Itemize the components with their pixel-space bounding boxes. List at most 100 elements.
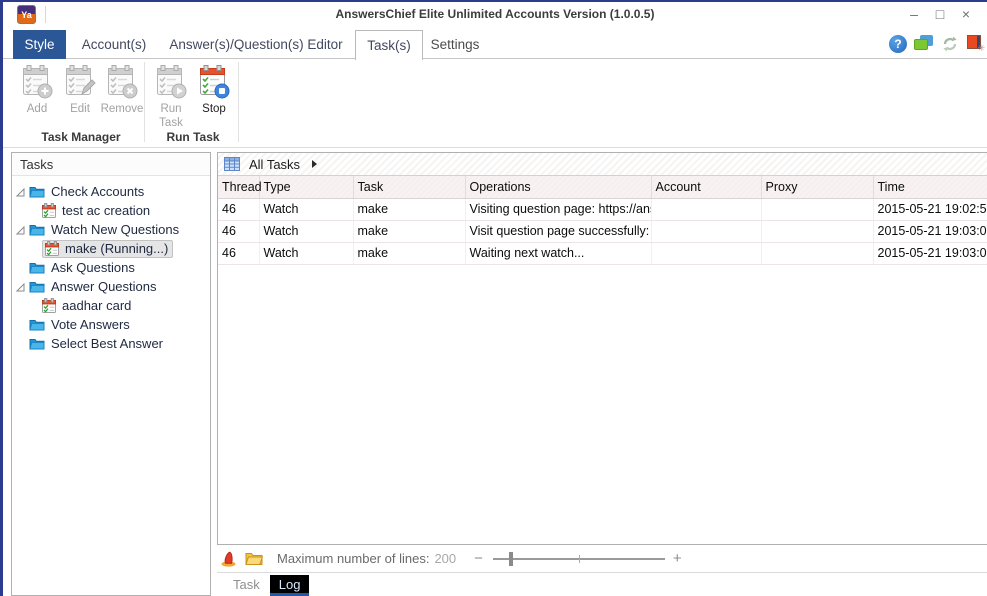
edit-task-icon xyxy=(63,64,97,100)
cell-time: 2015-05-21 19:02:59 xyxy=(873,198,987,220)
tree-item-check-accounts[interactable]: Check Accounts xyxy=(12,182,210,201)
cell-operations: Visit question page successfully: http..… xyxy=(465,220,651,242)
cell-task: make xyxy=(353,242,465,264)
table-row[interactable]: 46 Watch make Visit question page succes… xyxy=(218,220,987,242)
task-icon xyxy=(45,241,59,256)
column-header-operations[interactable]: Operations xyxy=(465,176,651,198)
table-header-row: Thread Type Task Operations Account Prox… xyxy=(218,176,987,198)
run-task-icon xyxy=(154,64,188,100)
add-label: Add xyxy=(27,103,47,117)
group-separator xyxy=(144,62,145,142)
slider-thumb[interactable] xyxy=(509,552,513,566)
cell-thread: 46 xyxy=(218,242,259,264)
tree-item-label: test ac creation xyxy=(62,203,150,218)
tasks-tree: Check Accounts test ac creation Watch Ne… xyxy=(12,176,210,353)
column-header-thread[interactable]: Thread xyxy=(218,176,259,198)
task-icon xyxy=(42,203,56,218)
tab-editor[interactable]: Answer(s)/Question(s) Editor xyxy=(161,30,351,59)
column-header-time[interactable]: Time xyxy=(873,176,987,198)
cell-proxy xyxy=(761,242,873,264)
tree-item-label: Select Best Answer xyxy=(51,336,163,351)
cell-task: make xyxy=(353,220,465,242)
folder-icon xyxy=(29,185,45,198)
column-header-type[interactable]: Type xyxy=(259,176,353,198)
view-bar: All Tasks xyxy=(218,153,987,176)
title-bar: Ya AnswersChief Elite Unlimited Accounts… xyxy=(3,2,987,28)
register-icon[interactable]: ✳ xyxy=(967,35,981,49)
tab-tasks[interactable]: Task(s) xyxy=(355,30,423,60)
remove-label: Remove xyxy=(101,103,144,117)
tree-item-test-ac-creation[interactable]: test ac creation xyxy=(12,201,210,220)
tree-item-label: Ask Questions xyxy=(51,260,135,275)
add-button[interactable]: Add xyxy=(14,64,60,117)
log-table: Thread Type Task Operations Account Prox… xyxy=(218,176,987,265)
decrease-button[interactable]: − xyxy=(474,550,483,567)
remove-button[interactable]: Remove xyxy=(99,64,145,117)
open-folder-icon[interactable] xyxy=(245,551,263,566)
tree-item-ask-questions[interactable]: Ask Questions xyxy=(12,258,210,277)
tab-accounts[interactable]: Account(s) xyxy=(75,30,153,59)
table-view-icon xyxy=(224,157,240,171)
tree-item-aadhar-card[interactable]: aadhar card xyxy=(12,296,210,315)
slider-tick xyxy=(579,555,580,563)
add-task-icon xyxy=(20,64,54,100)
tree-item-label: Answer Questions xyxy=(51,279,157,294)
cell-account xyxy=(651,242,761,264)
stop-button[interactable]: Stop xyxy=(191,64,237,117)
style-button[interactable]: Style xyxy=(13,30,66,59)
tab-settings[interactable]: Settings xyxy=(426,30,484,59)
edit-button[interactable]: Edit xyxy=(57,64,103,117)
app-window: Ya AnswersChief Elite Unlimited Accounts… xyxy=(0,0,987,596)
maximize-button[interactable]: □ xyxy=(927,4,953,24)
tree-item-answer-questions[interactable]: Answer Questions xyxy=(12,277,210,296)
close-button[interactable]: × xyxy=(953,4,979,24)
feedback-bubble-front xyxy=(914,39,928,50)
tree-item-make-running[interactable]: make (Running...) xyxy=(12,239,210,258)
max-lines-label: Maximum number of lines: xyxy=(277,551,429,566)
column-header-task[interactable]: Task xyxy=(353,176,465,198)
cell-time: 2015-05-21 19:03:00 xyxy=(873,242,987,264)
folder-icon xyxy=(29,261,45,274)
expander-icon[interactable] xyxy=(16,188,25,197)
tree-item-label: aadhar card xyxy=(62,298,131,313)
view-expand-arrow-icon[interactable] xyxy=(312,160,317,168)
tree-item-label: Vote Answers xyxy=(51,317,130,332)
cell-thread: 46 xyxy=(218,198,259,220)
increase-button[interactable]: + xyxy=(673,550,682,567)
table-row[interactable]: 46 Watch make Waiting next watch... 2015… xyxy=(218,242,987,264)
window-controls: – □ × xyxy=(901,4,979,24)
cell-time: 2015-05-21 19:03:00 xyxy=(873,220,987,242)
column-header-account[interactable]: Account xyxy=(651,176,761,198)
tasks-panel: Tasks Check Accounts test ac creation Wa… xyxy=(11,152,211,596)
run-task-button[interactable]: Run Task xyxy=(148,64,194,131)
help-icon[interactable]: ? xyxy=(889,35,907,53)
help-glyph: ? xyxy=(894,37,901,51)
tab-task[interactable]: Task xyxy=(225,575,268,594)
cell-proxy xyxy=(761,198,873,220)
tree-item-label: Check Accounts xyxy=(51,184,144,199)
cell-type: Watch xyxy=(259,220,353,242)
register-star: ✳ xyxy=(977,43,985,54)
column-header-proxy[interactable]: Proxy xyxy=(761,176,873,198)
minimize-button[interactable]: – xyxy=(901,4,927,24)
tab-log[interactable]: Log xyxy=(270,575,310,596)
expander-icon[interactable] xyxy=(16,226,25,235)
tree-item-watch-new-questions[interactable]: Watch New Questions xyxy=(12,220,210,239)
cell-type: Watch xyxy=(259,242,353,264)
tree-item-vote-answers[interactable]: Vote Answers xyxy=(12,315,210,334)
cell-account xyxy=(651,198,761,220)
table-row[interactable]: 46 Watch make Visiting question page: ht… xyxy=(218,198,987,220)
tree-item-label: Watch New Questions xyxy=(51,222,179,237)
feedback-icon[interactable] xyxy=(914,35,933,53)
folder-icon xyxy=(29,318,45,331)
expander-icon[interactable] xyxy=(16,283,25,292)
ribbon: Add Edit Remove xyxy=(3,59,987,148)
tree-item-select-best-answer[interactable]: Select Best Answer xyxy=(12,334,210,353)
max-lines-slider[interactable] xyxy=(493,552,665,566)
cell-type: Watch xyxy=(259,198,353,220)
max-lines-value: 200 xyxy=(434,551,456,566)
refresh-icon[interactable] xyxy=(941,35,959,53)
cell-operations: Visiting question page: https://answ... xyxy=(465,198,651,220)
clear-log-icon[interactable] xyxy=(221,550,237,567)
ribbon-tab-bar: Style Account(s) Answer(s)/Question(s) E… xyxy=(3,30,987,59)
